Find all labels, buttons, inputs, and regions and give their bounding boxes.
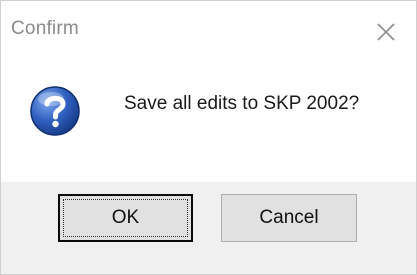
cancel-button[interactable]: Cancel bbox=[221, 194, 357, 242]
ok-button[interactable]: OK bbox=[58, 194, 193, 242]
question-icon bbox=[30, 86, 80, 136]
ok-button-label: OK bbox=[111, 207, 140, 228]
dialog-body: Save all edits to SKP 2002? bbox=[1, 63, 416, 182]
window-title: Confirm bbox=[11, 18, 79, 39]
button-bar: OK Cancel bbox=[1, 182, 416, 274]
cancel-button-label: Cancel bbox=[259, 207, 319, 228]
confirm-dialog: Confirm Save all edits to SKP 2002? OK C… bbox=[0, 0, 417, 275]
close-icon bbox=[377, 23, 395, 41]
close-button[interactable] bbox=[369, 15, 403, 49]
title-bar[interactable]: Confirm bbox=[1, 1, 416, 63]
confirm-message: Save all edits to SKP 2002? bbox=[124, 93, 360, 114]
